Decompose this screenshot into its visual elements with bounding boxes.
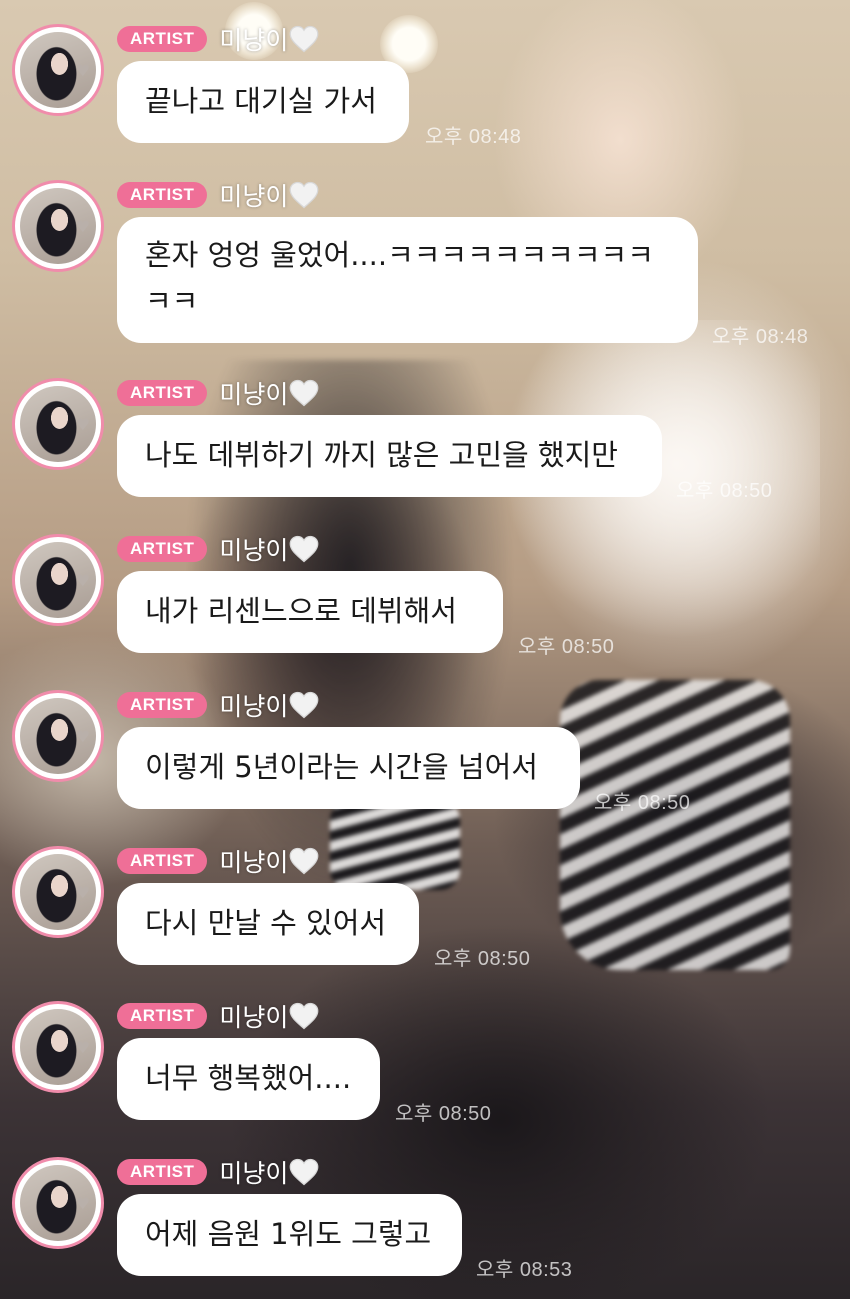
message-header: ARTIST 미냥이 xyxy=(117,1001,319,1032)
message-time: 오후 08:50 xyxy=(594,792,691,814)
nickname: 미냥이 xyxy=(219,26,289,55)
nickname: 미냥이 xyxy=(219,182,289,211)
heart-icon: ♥ xyxy=(75,61,90,80)
avatar[interactable]: ♥ xyxy=(12,24,104,116)
heart-icon: ♥ xyxy=(75,1194,90,1213)
nickname: 미냥이 xyxy=(219,848,289,877)
white-heart-icon xyxy=(290,25,319,53)
message-time: 오후 08:53 xyxy=(476,1259,573,1281)
message-bubble: 내가 리센느으로 데뷔해서 xyxy=(117,571,503,653)
artist-badge: ARTIST xyxy=(117,380,208,406)
message-time: 오후 08:48 xyxy=(425,126,522,148)
white-heart-icon xyxy=(290,1158,319,1186)
message-header: ARTIST 미냥이 xyxy=(117,846,319,877)
message-header: ARTIST 미냥이 xyxy=(117,690,319,721)
heart-icon: ♥ xyxy=(75,415,90,434)
white-heart-icon xyxy=(290,847,319,875)
heart-icon: ♥ xyxy=(75,571,90,590)
avatar[interactable]: ♥ xyxy=(12,690,104,782)
message-bubble: 끝나고 대기실 가서 xyxy=(117,61,409,143)
avatar[interactable]: ♥ xyxy=(12,378,104,470)
message-header: ARTIST 미냥이 xyxy=(117,1157,319,1188)
avatar[interactable]: ♥ xyxy=(12,534,104,626)
avatar[interactable]: ♥ xyxy=(12,180,104,272)
white-heart-icon xyxy=(290,691,319,719)
heart-icon: ♥ xyxy=(75,727,90,746)
message-bubble: 너무 행복했어.... xyxy=(117,1038,380,1120)
message-header: ARTIST 미냥이 xyxy=(117,180,319,211)
heart-icon: ♥ xyxy=(75,1038,90,1057)
message-bubble: 이렇게 5년이라는 시간을 넘어서 xyxy=(117,727,580,809)
artist-badge: ARTIST xyxy=(117,26,208,52)
artist-badge: ARTIST xyxy=(117,536,208,562)
chat-feed[interactable]: ♥ ARTIST 미냥이 끝나고 대기실 가서 오후 08:48 ♥ ARTIS… xyxy=(0,0,850,1299)
message-bubble: 어제 음원 1위도 그렇고 xyxy=(117,1194,462,1276)
avatar[interactable]: ♥ xyxy=(12,1001,104,1093)
message-header: ARTIST 미냥이 xyxy=(117,378,319,409)
message-time: 오후 08:50 xyxy=(518,636,615,658)
nickname: 미냥이 xyxy=(219,1159,289,1188)
nickname: 미냥이 xyxy=(219,536,289,565)
message-time: 오후 08:48 xyxy=(712,326,809,348)
white-heart-icon xyxy=(290,1002,319,1030)
message-bubble: 다시 만날 수 있어서 xyxy=(117,883,419,965)
artist-badge: ARTIST xyxy=(117,1159,208,1185)
artist-badge: ARTIST xyxy=(117,1003,208,1029)
nickname: 미냥이 xyxy=(219,692,289,721)
artist-badge: ARTIST xyxy=(117,182,208,208)
message-bubble: 혼자 엉엉 울었어....ㅋㅋㅋㅋㅋㅋㅋㅋㅋㅋㅋㅋ xyxy=(117,217,698,343)
artist-badge: ARTIST xyxy=(117,848,208,874)
white-heart-icon xyxy=(290,379,319,407)
message-time: 오후 08:50 xyxy=(434,948,531,970)
heart-icon: ♥ xyxy=(75,883,90,902)
message-header: ARTIST 미냥이 xyxy=(117,534,319,565)
artist-badge: ARTIST xyxy=(117,692,208,718)
nickname: 미냥이 xyxy=(219,380,289,409)
white-heart-icon xyxy=(290,535,319,563)
avatar[interactable]: ♥ xyxy=(12,1157,104,1249)
message-time: 오후 08:50 xyxy=(676,480,773,502)
message-header: ARTIST 미냥이 xyxy=(117,24,319,55)
white-heart-icon xyxy=(290,181,319,209)
nickname: 미냥이 xyxy=(219,1003,289,1032)
avatar[interactable]: ♥ xyxy=(12,846,104,938)
message-bubble: 나도 데뷔하기 까지 많은 고민을 했지만 xyxy=(117,415,662,497)
message-time: 오후 08:50 xyxy=(395,1103,492,1125)
heart-icon: ♥ xyxy=(75,217,90,236)
